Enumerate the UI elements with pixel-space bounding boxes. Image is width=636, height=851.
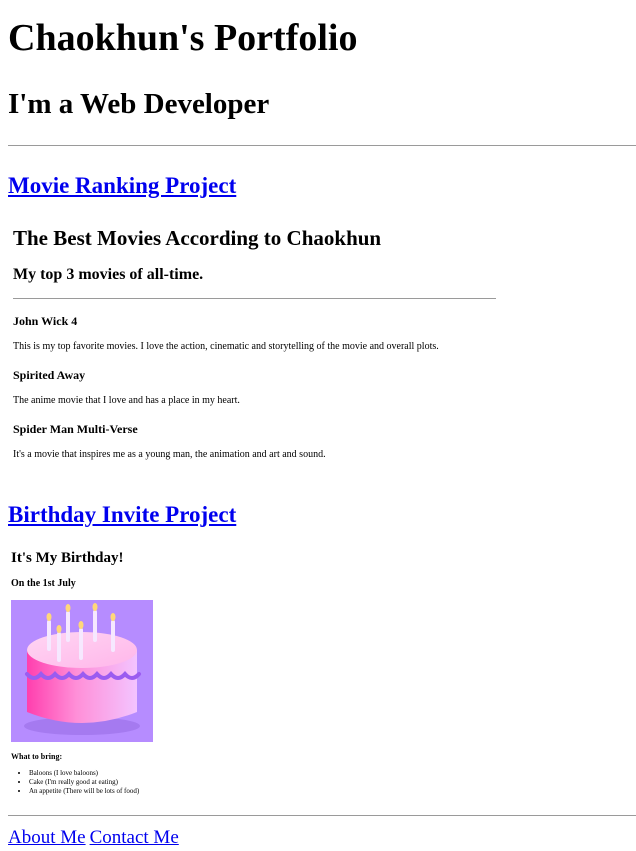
birthday-cake-image bbox=[11, 600, 153, 742]
about-me-link[interactable]: About Me bbox=[8, 827, 86, 848]
contact-me-link[interactable]: Contact Me bbox=[90, 827, 179, 848]
list-item: Cake (I'm really good at eating) bbox=[29, 778, 139, 787]
movie-project-link[interactable]: Movie Ranking Project bbox=[8, 174, 236, 197]
movie-name: John Wick 4 bbox=[13, 314, 78, 328]
movie-desc: It's a movie that inspires me as a young… bbox=[13, 449, 326, 460]
movie-frame-subtitle: My top 3 movies of all-time. bbox=[13, 266, 204, 283]
list-item: An appetite (There will be lots of food) bbox=[29, 787, 139, 796]
list-item: Baloons (I love baloons) bbox=[29, 769, 139, 778]
page-subtitle: I'm a Web Developer bbox=[8, 88, 270, 120]
divider bbox=[8, 145, 636, 146]
movie-divider bbox=[13, 298, 496, 299]
birthday-date: On the 1st July bbox=[11, 578, 76, 589]
page-title: Chaokhun's Portfolio bbox=[8, 17, 358, 59]
birthday-project-link[interactable]: Birthday Invite Project bbox=[8, 503, 236, 526]
movie-name: Spirited Away bbox=[13, 368, 86, 382]
movie-desc: This is my top favorite movies. I love t… bbox=[13, 341, 439, 352]
movie-name: Spider Man Multi-Verse bbox=[13, 422, 138, 436]
birthday-title: It's My Birthday! bbox=[11, 550, 124, 566]
movie-frame-title: The Best Movies According to Chaokhun bbox=[13, 226, 382, 250]
footer-nav: About Me Contact Me bbox=[8, 828, 179, 848]
bring-title: What to bring: bbox=[11, 752, 63, 761]
bring-list: Baloons (I love baloons) Cake (I'm reall… bbox=[11, 769, 139, 796]
movie-desc: The anime movie that I love and has a pl… bbox=[13, 395, 240, 406]
footer-divider bbox=[8, 815, 636, 816]
